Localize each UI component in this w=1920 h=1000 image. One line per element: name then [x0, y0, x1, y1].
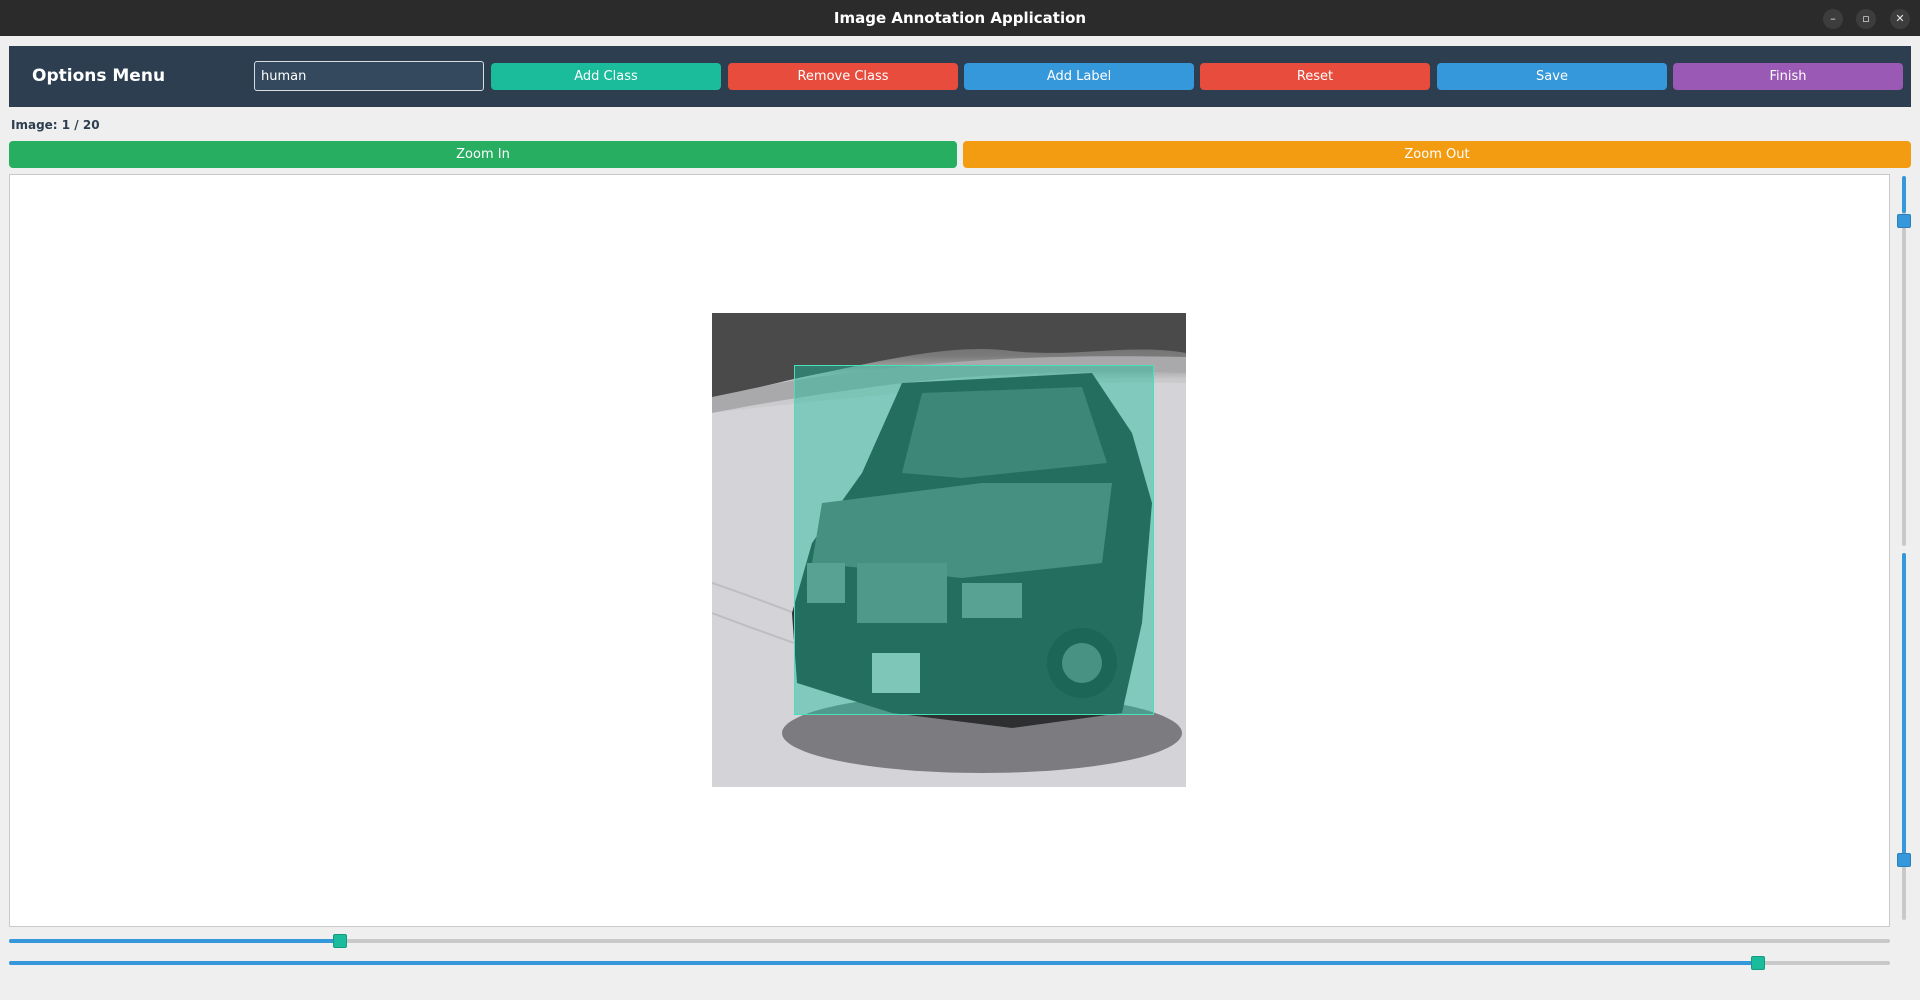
zoom-out-button[interactable]: Zoom Out [963, 141, 1911, 168]
add-label-button[interactable]: Add Label [964, 63, 1194, 90]
finish-button[interactable]: Finish [1673, 63, 1903, 90]
title-bar: Image Annotation Application – ▫ ✕ [0, 0, 1920, 36]
horizontal-slider-top[interactable] [9, 939, 1890, 943]
add-class-button[interactable]: Add Class [491, 63, 721, 90]
image-counter: Image: 1 / 20 [11, 118, 100, 132]
close-icon[interactable]: ✕ [1890, 9, 1910, 29]
vertical-slider-top-handle[interactable] [1897, 214, 1911, 228]
bounding-box[interactable] [794, 365, 1154, 715]
vertical-slider-top[interactable] [1902, 176, 1906, 546]
save-button[interactable]: Save [1437, 63, 1667, 90]
horizontal-slider-bottom[interactable] [9, 961, 1890, 965]
maximize-icon[interactable]: ▫ [1856, 9, 1876, 29]
horizontal-slider-top-handle[interactable] [333, 934, 347, 948]
class-name-input[interactable] [254, 61, 484, 91]
reset-button[interactable]: Reset [1200, 63, 1430, 90]
vertical-slider-bottom-handle[interactable] [1897, 853, 1911, 867]
options-menu-bar: Options Menu Add Class Remove Class Add … [9, 46, 1911, 107]
options-menu-heading: Options Menu [32, 66, 166, 86]
image-being-annotated [712, 313, 1186, 787]
minimize-icon[interactable]: – [1823, 9, 1843, 29]
zoom-in-button[interactable]: Zoom In [9, 141, 957, 168]
horizontal-slider-bottom-handle[interactable] [1751, 956, 1765, 970]
remove-class-button[interactable]: Remove Class [728, 63, 958, 90]
annotation-canvas[interactable] [9, 174, 1890, 927]
window-title: Image Annotation Application [833, 9, 1087, 27]
